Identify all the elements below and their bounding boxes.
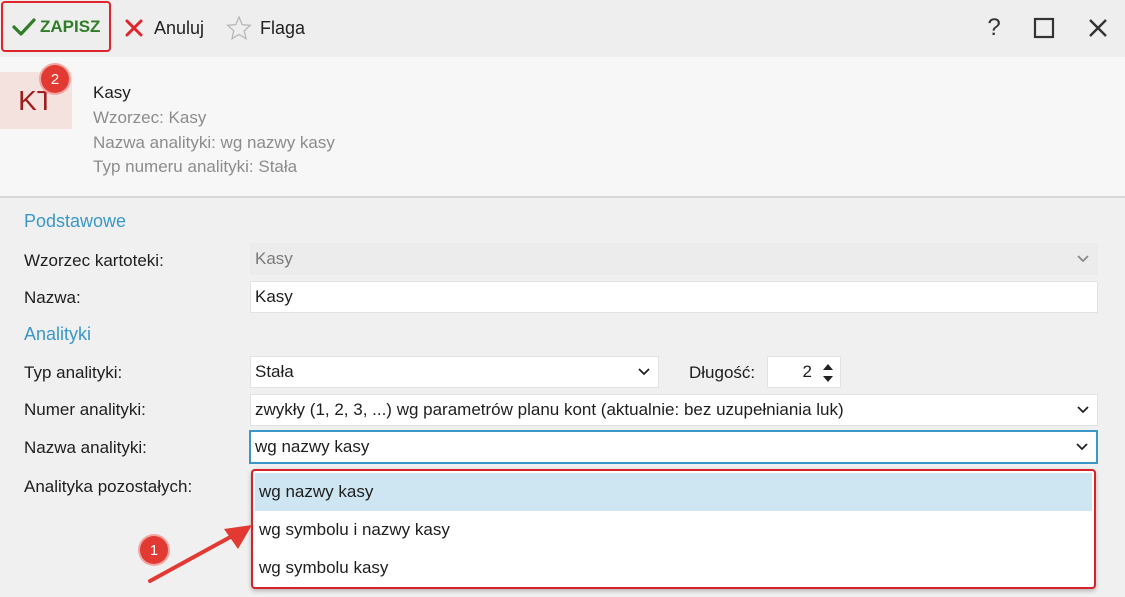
chevron-down-icon: [1076, 443, 1088, 451]
analytics-name-select[interactable]: wg nazwy kasy: [249, 430, 1098, 464]
analytics-type-select[interactable]: Stała: [250, 356, 659, 388]
analytics-number-select[interactable]: zwykły (1, 2, 3, ...) wg parametrów plan…: [250, 394, 1098, 426]
close-x-icon: [125, 19, 143, 37]
analytics-type-value: Stała: [255, 362, 294, 381]
maximize-icon: [1033, 17, 1055, 39]
dropdown-option-symbol-and-name[interactable]: wg symbolu i nazwy kasy: [255, 511, 1092, 549]
length-value: 2: [802, 362, 812, 381]
chevron-down-icon: [1077, 255, 1089, 263]
cancel-label: Anuluj: [154, 17, 205, 38]
toolbar: ZAPISZ Anuluj Flaga ?: [0, 0, 1125, 56]
annotation-badge-2: 2: [41, 65, 69, 93]
record-header: KT 2 Kasy Wzorzec: Kasy Nazwa analityki:…: [0, 57, 1125, 198]
cancel-button[interactable]: Anuluj: [124, 0, 204, 56]
other-analytics-label: Analityka pozostałych:: [24, 477, 193, 496]
analytics-number-label: Numer analityki:: [24, 400, 146, 419]
flag-button[interactable]: Flaga: [226, 0, 305, 56]
length-label: Długość:: [689, 363, 756, 382]
close-window-button[interactable]: [1084, 14, 1112, 42]
chevron-down-icon: [1077, 406, 1089, 414]
chevron-down-icon: [638, 368, 650, 376]
dropdown-option-symbol[interactable]: wg symbolu kasy: [255, 549, 1092, 587]
section-analytics-title: Analityki: [24, 324, 92, 344]
template-label: Wzorzec kartoteki:: [24, 251, 164, 270]
save-button[interactable]: ZAPISZ: [1, 1, 111, 52]
spin-arrows-icon[interactable]: [822, 361, 834, 385]
header-line-analytics-type: Typ numeru analityki: Stała: [93, 157, 298, 176]
flag-label: Flaga: [260, 17, 306, 38]
template-select: Kasy: [250, 243, 1098, 275]
analytics-name-value: wg nazwy kasy: [255, 437, 370, 456]
annotation-badge-1: 1: [140, 536, 168, 564]
star-icon: [226, 15, 252, 41]
template-value: Kasy: [255, 249, 293, 268]
help-button[interactable]: ?: [980, 14, 1008, 42]
record-title: Kasy: [93, 83, 131, 102]
length-stepper[interactable]: 2: [767, 356, 841, 388]
section-basic-title: Podstawowe: [24, 211, 127, 231]
name-label: Nazwa:: [24, 288, 81, 307]
close-icon: [1089, 19, 1107, 37]
maximize-button[interactable]: [1030, 14, 1058, 42]
analytics-name-label: Nazwa analityki:: [24, 438, 147, 457]
name-value: Kasy: [255, 287, 293, 306]
dropdown-option-name[interactable]: wg nazwy kasy: [255, 473, 1092, 511]
name-input[interactable]: Kasy: [250, 281, 1098, 313]
header-line-template: Wzorzec: Kasy: [93, 108, 207, 127]
save-label: ZAPISZ: [40, 16, 101, 36]
header-line-analytics-name: Nazwa analityki: wg nazwy kasy: [93, 133, 335, 152]
analytics-number-value: zwykły (1, 2, 3, ...) wg parametrów plan…: [255, 400, 844, 419]
analytics-type-label: Typ analityki:: [24, 363, 123, 382]
checkmark-icon: [12, 17, 36, 36]
analytics-name-dropdown: wg nazwy kasy wg symbolu i nazwy kasy wg…: [251, 469, 1096, 589]
